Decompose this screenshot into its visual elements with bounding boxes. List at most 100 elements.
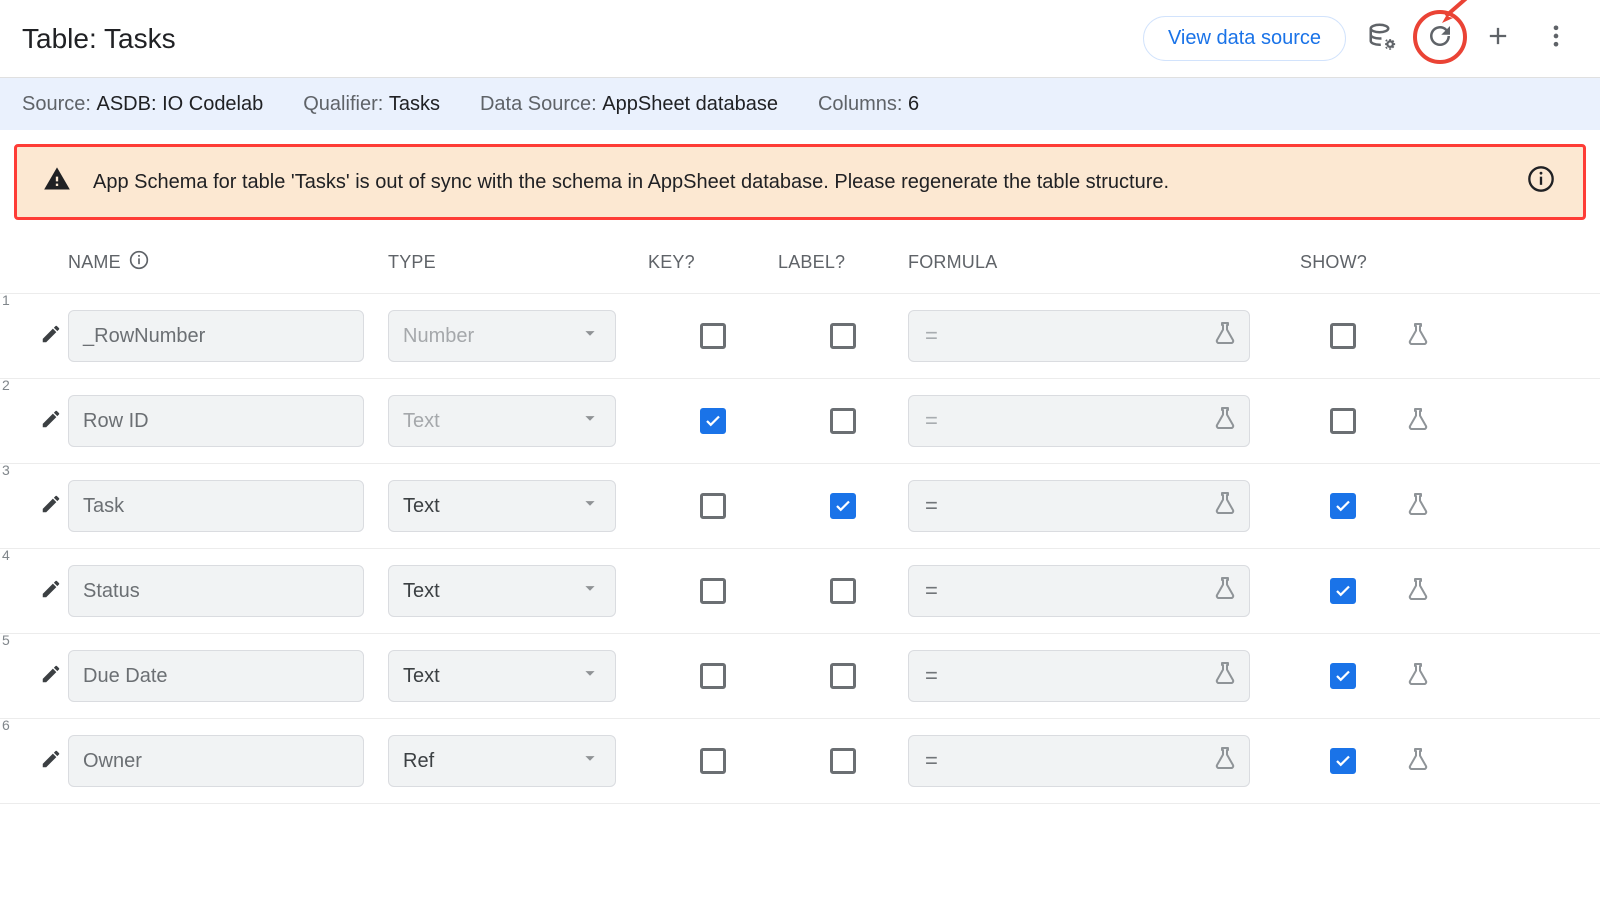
show-checkbox[interactable] (1330, 663, 1356, 689)
info-icon[interactable] (129, 250, 149, 275)
add-button[interactable] (1476, 17, 1520, 61)
view-data-source-button[interactable]: View data source (1143, 16, 1346, 61)
refresh-icon (1425, 21, 1455, 56)
label-checkbox[interactable] (830, 323, 856, 349)
column-name-field[interactable]: Status (68, 565, 364, 617)
warning-info-button[interactable] (1527, 165, 1555, 199)
show-expression-button[interactable] (1386, 322, 1450, 351)
column-type-select[interactable]: Ref (388, 735, 616, 787)
table-row: 3 Task Text = (0, 463, 1600, 548)
pencil-icon (40, 493, 62, 520)
column-type-select[interactable]: Text (388, 565, 616, 617)
column-type-select[interactable]: Number (388, 310, 616, 362)
qualifier-info: Qualifier: Tasks (303, 93, 440, 116)
column-name-field[interactable]: Owner (68, 735, 364, 787)
show-checkbox[interactable] (1330, 323, 1356, 349)
label-checkbox[interactable] (830, 408, 856, 434)
show-checkbox[interactable] (1330, 408, 1356, 434)
type-value: Text (403, 580, 440, 603)
type-value: Text (403, 410, 440, 433)
title-bar: Table: Tasks View data source (0, 0, 1600, 78)
table-row: 4 Status Text = (0, 548, 1600, 633)
key-checkbox[interactable] (700, 748, 726, 774)
key-checkbox[interactable] (700, 663, 726, 689)
pencil-icon (40, 408, 62, 435)
label-checkbox[interactable] (830, 663, 856, 689)
warning-text: App Schema for table 'Tasks' is out of s… (93, 171, 1527, 194)
columns-header: NAME TYPE KEY? LABEL? FORMULA SHOW? (0, 226, 1600, 293)
label-checkbox[interactable] (830, 493, 856, 519)
column-type-select[interactable]: Text (388, 395, 616, 447)
chevron-down-icon (579, 577, 601, 605)
edit-row-button[interactable] (34, 408, 68, 435)
column-name-field[interactable]: _RowNumber (68, 310, 364, 362)
column-type-select[interactable]: Text (388, 480, 616, 532)
table-settings-button[interactable] (1360, 17, 1404, 61)
key-checkbox[interactable] (700, 408, 726, 434)
datasource-label: Data Source: (480, 93, 597, 115)
show-expression-button[interactable] (1386, 577, 1450, 606)
formula-field[interactable]: = (908, 480, 1250, 532)
columncount-info: Columns: 6 (818, 93, 919, 116)
column-type-select[interactable]: Text (388, 650, 616, 702)
datasource-info: Data Source: AppSheet database (480, 93, 778, 116)
header-label: LABEL? (778, 252, 908, 273)
header-key: KEY? (648, 252, 778, 273)
row-number: 4 (2, 547, 10, 563)
edit-row-button[interactable] (34, 748, 68, 775)
header-type: TYPE (388, 252, 648, 273)
key-checkbox[interactable] (700, 323, 726, 349)
flask-icon (1213, 406, 1237, 436)
formula-field[interactable]: = (908, 395, 1250, 447)
table-row: 1 _RowNumber Number = (0, 293, 1600, 378)
header-formula: FORMULA (908, 252, 1300, 273)
more-options-button[interactable] (1534, 17, 1578, 61)
label-checkbox[interactable] (830, 578, 856, 604)
equals-sign: = (925, 408, 938, 434)
qualifier-value: Tasks (389, 93, 440, 115)
columns-table-body: 1 _RowNumber Number = (0, 293, 1600, 812)
table-row: 2 Row ID Text = (0, 378, 1600, 463)
show-expression-button[interactable] (1386, 662, 1450, 691)
flask-icon (1406, 747, 1430, 776)
show-expression-button[interactable] (1386, 747, 1450, 776)
flask-icon (1406, 322, 1430, 351)
formula-field[interactable]: = (908, 650, 1250, 702)
equals-sign: = (925, 323, 938, 349)
edit-row-button[interactable] (34, 663, 68, 690)
regenerate-button[interactable] (1418, 17, 1462, 61)
flask-icon (1406, 492, 1430, 521)
flask-icon (1406, 662, 1430, 691)
column-name-field[interactable]: Row ID (68, 395, 364, 447)
column-name-field[interactable]: Task (68, 480, 364, 532)
column-name-field[interactable]: Due Date (68, 650, 364, 702)
show-checkbox[interactable] (1330, 578, 1356, 604)
label-checkbox[interactable] (830, 748, 856, 774)
table-row: 5 Due Date Text = (0, 633, 1600, 718)
key-checkbox[interactable] (700, 578, 726, 604)
flask-icon (1406, 407, 1430, 436)
equals-sign: = (925, 748, 938, 774)
warning-icon (43, 165, 71, 199)
formula-field[interactable]: = (908, 735, 1250, 787)
show-checkbox[interactable] (1330, 748, 1356, 774)
plus-icon (1484, 22, 1512, 55)
show-checkbox[interactable] (1330, 493, 1356, 519)
title-table-name: Tasks (104, 23, 176, 54)
columncount-label: Columns: (818, 93, 902, 115)
row-number: 1 (2, 292, 10, 308)
formula-field[interactable]: = (908, 565, 1250, 617)
qualifier-label: Qualifier: (303, 93, 383, 115)
pencil-icon (40, 663, 62, 690)
key-checkbox[interactable] (700, 493, 726, 519)
show-expression-button[interactable] (1386, 407, 1450, 436)
formula-field[interactable]: = (908, 310, 1250, 362)
pencil-icon (40, 578, 62, 605)
edit-row-button[interactable] (34, 493, 68, 520)
edit-row-button[interactable] (34, 578, 68, 605)
type-value: Ref (403, 750, 434, 773)
flask-icon (1213, 576, 1237, 606)
source-label: Source: (22, 93, 91, 115)
edit-row-button[interactable] (34, 323, 68, 350)
show-expression-button[interactable] (1386, 492, 1450, 521)
